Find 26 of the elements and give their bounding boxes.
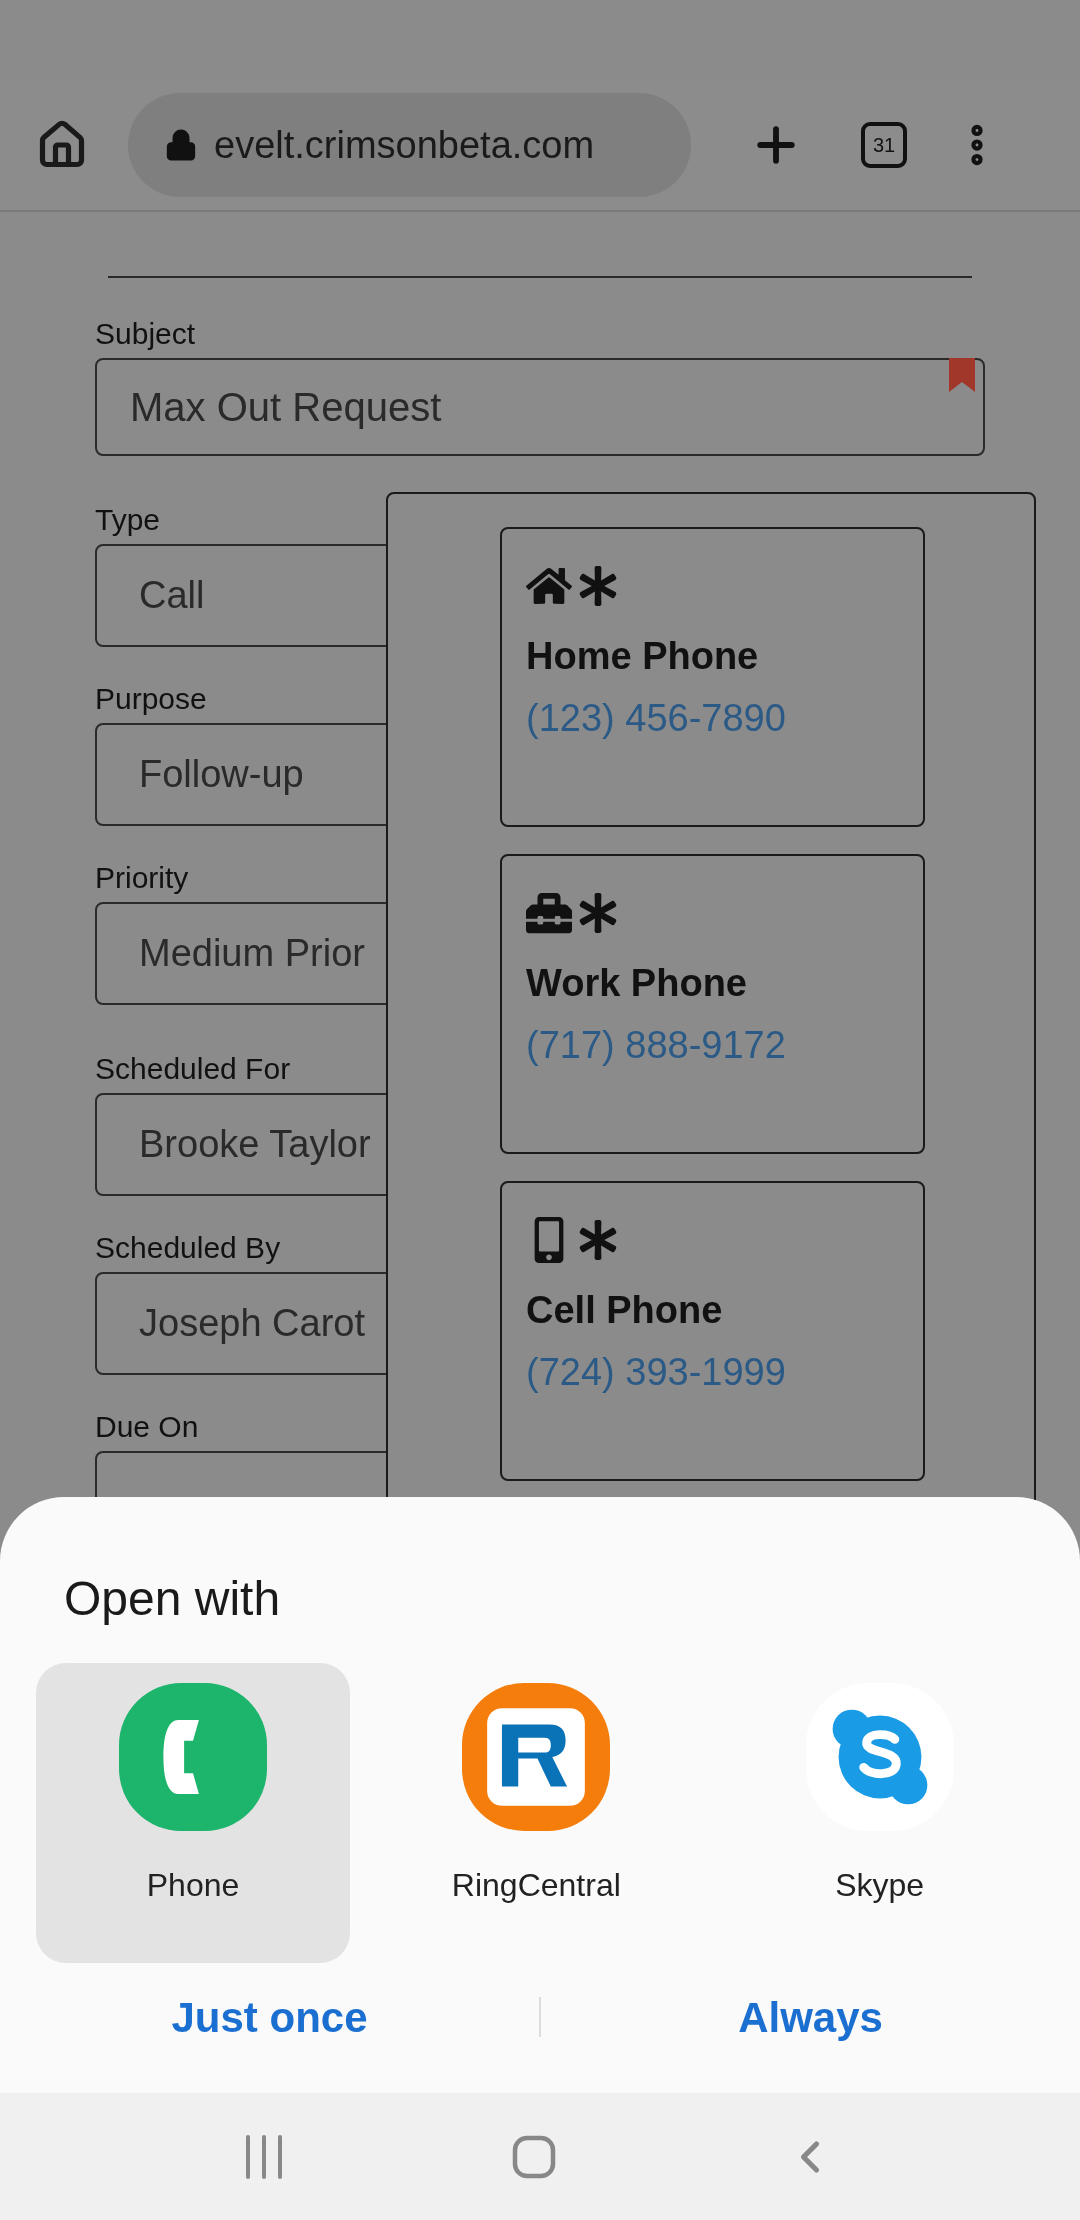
recent-apps-button[interactable] [244,2134,284,2179]
field-label: Subject [95,316,196,352]
sheet-title: Open with [64,1571,282,1627]
phone-type-label: Cell Phone [526,1288,723,1333]
field-label: Due On [95,1409,199,1445]
address-bar[interactable]: evelt.crimsonbeta.com [128,93,691,197]
app-option[interactable]: Skype [722,1663,1037,1963]
sheet-action-button[interactable]: Always [541,1985,1080,2049]
phone-type-label: Home Phone [526,634,759,679]
field-label: Type [95,502,161,538]
phone-number-card[interactable]: Home Phone (123) 456-7890 [500,527,925,827]
toolbox-icon [526,890,572,936]
sheet-action-button[interactable]: Just once [0,1985,539,2049]
home-nav-button[interactable] [512,2134,556,2179]
field-label: Scheduled By [95,1230,281,1266]
app-option[interactable]: RingCentral [379,1663,694,1963]
field-label: Scheduled For [95,1051,291,1087]
subject-field[interactable]: Max Out Request [95,358,985,456]
phone-number-card[interactable]: Work Phone (717) 888-9172 [500,854,925,1154]
field-label: Priority [95,860,189,896]
phone-number-card[interactable]: Cell Phone (724) 393-1999 [500,1181,925,1481]
phone-type-label: Work Phone [526,961,747,1006]
field-label: Purpose [95,681,207,717]
tab-count-button[interactable]: 31 [861,122,907,168]
url-text: evelt.crimsonbeta.com [214,122,595,168]
app-option[interactable]: Phone [36,1663,350,1963]
